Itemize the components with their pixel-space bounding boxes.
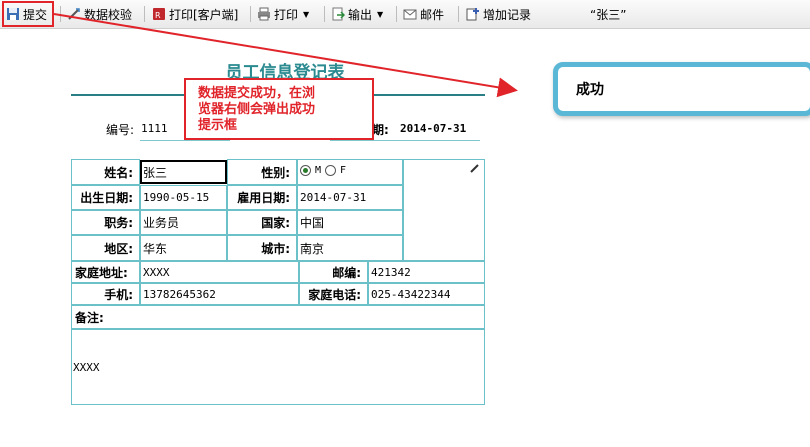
region-label: 地区:	[71, 235, 140, 261]
mobile-value[interactable]: 13782645362	[140, 283, 299, 305]
date-label: 期:	[372, 123, 389, 137]
id-value: 1111	[141, 122, 168, 135]
name-label: 姓名:	[71, 159, 140, 185]
check-wand-icon	[67, 7, 81, 21]
mail-button[interactable]: 邮件	[403, 3, 444, 25]
photo-box[interactable]	[403, 159, 485, 261]
chevron-down-icon: ▼	[303, 9, 310, 19]
mail-icon	[403, 7, 417, 21]
annotation-line-3: 提示框	[198, 118, 238, 133]
printer-icon	[257, 7, 271, 21]
gender-radio-f[interactable]	[325, 165, 337, 176]
toolbar-divider	[60, 6, 61, 22]
country-value[interactable]: 中国	[297, 210, 403, 235]
annotation-line-1: 数据提交成功，在浏	[198, 86, 316, 101]
toolbar-divider	[324, 6, 325, 22]
address-value[interactable]: XXXX	[140, 261, 299, 283]
toolbar-divider	[396, 6, 397, 22]
chevron-down-icon: ▼	[377, 9, 384, 19]
hire-label: 雇用日期:	[227, 185, 297, 210]
add-record-label: 增加记录	[483, 7, 532, 22]
hire-value[interactable]: 2014-07-31	[297, 185, 403, 210]
region-value[interactable]: 华东	[140, 235, 227, 261]
notes-label: 备注:	[71, 305, 485, 329]
pdf-icon: R	[152, 7, 166, 21]
success-popup[interactable]: 成功	[553, 62, 810, 116]
id-underline	[140, 140, 230, 141]
mobile-label: 手机:	[71, 283, 140, 305]
current-user-label: “张三”	[590, 7, 627, 22]
toolbar-divider	[144, 6, 145, 22]
gender-radio-group: M F	[297, 159, 403, 185]
svg-text:R: R	[155, 11, 161, 20]
toolbar-divider	[250, 6, 251, 22]
date-underline	[330, 140, 480, 141]
toolbar: 提交 数据校验 R 打印[客户端] 打印 ▼ 输出 ▼ 邮件 增加记录 “张三”	[0, 0, 810, 29]
id-label: 编号:	[106, 123, 135, 137]
gender-radio-m[interactable]	[300, 165, 311, 176]
zip-label: 邮编:	[299, 261, 368, 283]
export-button[interactable]: 输出 ▼	[331, 3, 383, 25]
position-value[interactable]: 业务员	[140, 210, 227, 235]
birth-value[interactable]: 1990-05-15	[140, 185, 227, 210]
address-label: 家庭地址:	[71, 261, 140, 283]
export-icon	[331, 7, 346, 21]
phone-label: 家庭电话:	[299, 283, 368, 305]
print-button[interactable]: 打印 ▼	[257, 3, 309, 25]
zip-value[interactable]: 421342	[368, 261, 485, 283]
annotation-line-2: 览器右侧会弹出成功	[198, 102, 316, 117]
gender-option-m: M	[315, 165, 322, 176]
annotation-callout: 数据提交成功，在浏 览器右侧会弹出成功 提示框	[184, 78, 374, 140]
print-client-button[interactable]: R 打印[客户端]	[152, 3, 238, 25]
date-value: 2014-07-31	[400, 122, 467, 135]
gender-option-f: F	[340, 165, 347, 176]
phone-value[interactable]: 025-43422344	[368, 283, 485, 305]
gender-label: 性别:	[227, 159, 297, 185]
toolbar-divider	[458, 6, 459, 22]
birth-label: 出生日期:	[71, 185, 140, 210]
export-label: 输出	[348, 7, 373, 22]
notes-value[interactable]: XXXX	[71, 329, 485, 405]
print-client-label: 打印[客户端]	[169, 7, 239, 22]
name-value: 张三	[143, 165, 168, 180]
add-record-icon	[466, 7, 480, 21]
position-label: 职务:	[71, 210, 140, 235]
country-label: 国家:	[227, 210, 297, 235]
city-value[interactable]: 南京	[297, 235, 403, 261]
name-input[interactable]: 张三	[140, 160, 227, 184]
city-label: 城市:	[227, 235, 297, 261]
validate-button[interactable]: 数据校验	[67, 3, 132, 25]
add-record-button[interactable]: 增加记录	[466, 3, 531, 25]
edit-pencil-icon[interactable]	[470, 162, 480, 176]
validate-label: 数据校验	[84, 7, 133, 22]
print-label: 打印	[274, 7, 299, 22]
mail-label: 邮件	[420, 7, 445, 22]
success-message: 成功	[576, 82, 604, 98]
submit-highlight-frame	[2, 1, 54, 27]
